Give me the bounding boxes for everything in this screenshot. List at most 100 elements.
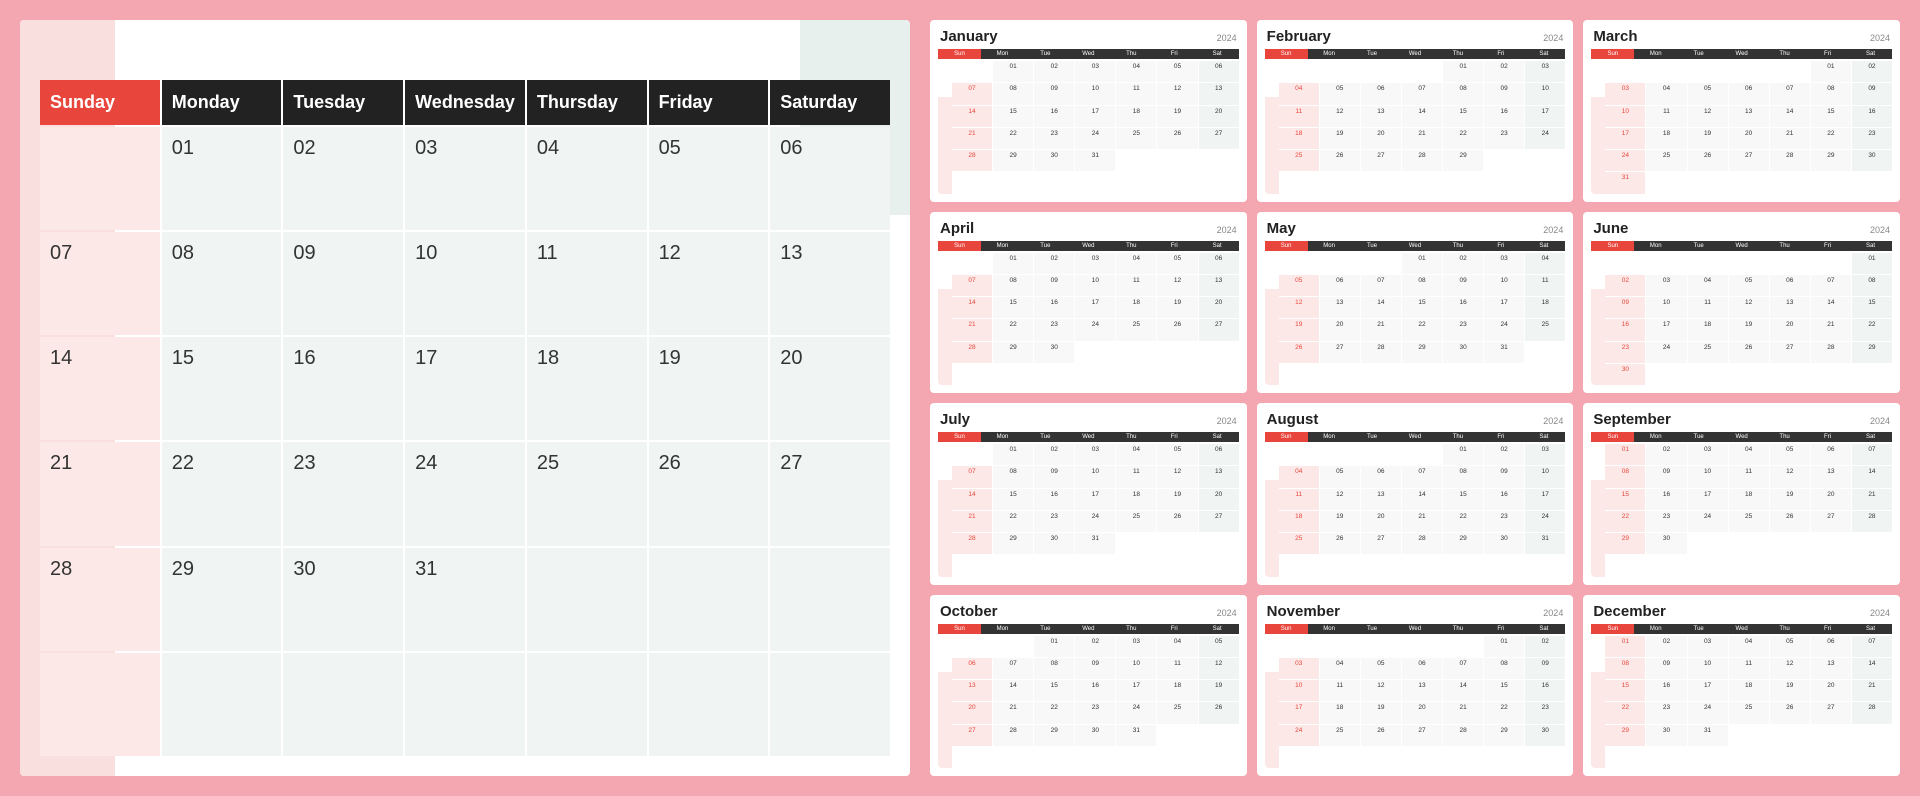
sc-day-cell: 07 xyxy=(952,83,992,104)
sc-day-cell: 09 xyxy=(1034,466,1074,487)
sc-day-cell: 14 xyxy=(952,489,992,510)
sc-day-cell: 19 xyxy=(1157,297,1197,318)
sc-day-cell: 14 xyxy=(1852,658,1892,679)
sc-day-cell: 16 xyxy=(1443,297,1483,318)
small-cal-days-header: SunMonTueWedThuFriSat xyxy=(938,241,1239,251)
small-calendar-april: April2024SunMonTueWedThuFriSat0102030405… xyxy=(930,212,1247,394)
sc-day-cell: 16 xyxy=(1484,106,1524,127)
sc-day-cell: 29 xyxy=(1811,150,1851,171)
sc-day-cell: 04 xyxy=(1279,466,1319,487)
small-cal-day-name: Sun xyxy=(1265,432,1308,442)
small-cal-day-name: Thu xyxy=(1436,432,1479,442)
sc-day-cell: 23 xyxy=(1484,511,1524,532)
small-cal-day-name: Wed xyxy=(1394,241,1437,251)
small-cal-day-name: Thu xyxy=(1436,624,1479,634)
sc-day-cell: 19 xyxy=(1199,680,1239,701)
sc-day-cell: 16 xyxy=(1484,489,1524,510)
small-cal-days-header: SunMonTueWedThuFriSat xyxy=(1591,432,1892,442)
sc-day-cell: 01 xyxy=(1484,636,1524,657)
small-cal-days-grid: 0102030405060708091011121314151617181920… xyxy=(1591,444,1892,577)
sc-day-cell: 07 xyxy=(1402,466,1442,487)
sc-day-cell: 06 xyxy=(1770,275,1810,296)
small-cal-day-name: Wed xyxy=(1067,241,1110,251)
sc-day-cell: 30 xyxy=(1034,150,1074,171)
sc-day-cell: 04 xyxy=(1116,253,1156,274)
sc-day-cell: 06 xyxy=(1729,83,1769,104)
small-cal-day-name: Sun xyxy=(938,624,981,634)
sc-empty-cell xyxy=(1852,172,1892,193)
sc-empty-cell xyxy=(1646,253,1686,274)
sc-day-cell: 03 xyxy=(1075,444,1115,465)
small-cal-year: 2024 xyxy=(1217,225,1237,235)
main-day-cell: 28 xyxy=(40,548,160,651)
small-cal-day-name: Thu xyxy=(1110,49,1153,59)
sc-day-cell: 13 xyxy=(952,680,992,701)
sc-day-cell: 14 xyxy=(1402,489,1442,510)
sc-empty-cell xyxy=(1402,61,1442,82)
sc-day-cell: 28 xyxy=(1811,342,1851,363)
main-day-cell: 05 xyxy=(649,127,769,230)
small-cal-day-name: Tue xyxy=(1024,432,1067,442)
sc-day-cell: 11 xyxy=(1729,466,1769,487)
sc-day-cell: 21 xyxy=(1852,489,1892,510)
sc-day-cell: 20 xyxy=(1729,128,1769,149)
sc-day-cell: 02 xyxy=(1605,275,1645,296)
small-cal-days-grid: 0102030405060708091011121314151617181920… xyxy=(1591,253,1892,386)
sc-day-cell: 07 xyxy=(1361,275,1401,296)
sc-day-cell: 17 xyxy=(1688,680,1728,701)
sc-day-cell: 05 xyxy=(1199,636,1239,657)
small-cal-left-bar xyxy=(1591,672,1605,769)
main-day-cell: 22 xyxy=(162,442,282,545)
sc-day-cell: 06 xyxy=(1402,658,1442,679)
small-cal-day-name: Thu xyxy=(1110,624,1153,634)
main-day-cell: 14 xyxy=(40,337,160,440)
sc-day-cell: 12 xyxy=(1770,658,1810,679)
small-cal-day-name: Wed xyxy=(1394,432,1437,442)
small-cal-day-name: Wed xyxy=(1394,49,1437,59)
small-cal-day-name: Mon xyxy=(981,241,1024,251)
sc-day-cell: 04 xyxy=(1646,83,1686,104)
sc-day-cell: 17 xyxy=(1605,128,1645,149)
sc-empty-cell xyxy=(1279,636,1319,657)
sc-day-cell: 13 xyxy=(1199,83,1239,104)
small-cal-day-name: Mon xyxy=(1308,432,1351,442)
sc-day-cell: 04 xyxy=(1688,275,1728,296)
sc-day-cell: 03 xyxy=(1116,636,1156,657)
sc-empty-cell xyxy=(1320,61,1360,82)
small-cal-inner: 0102030405060708091011121314151617181920… xyxy=(1265,444,1566,577)
sc-empty-cell xyxy=(1852,533,1892,554)
sc-day-cell: 02 xyxy=(1646,444,1686,465)
sc-day-cell: 31 xyxy=(1075,150,1115,171)
sc-day-cell: 16 xyxy=(1525,680,1565,701)
small-cal-left-bar xyxy=(1265,480,1279,577)
small-cal-day-name: Thu xyxy=(1436,241,1479,251)
sc-day-cell: 04 xyxy=(1157,636,1197,657)
sc-day-cell: 02 xyxy=(1852,61,1892,82)
small-cal-day-name: Sun xyxy=(938,241,981,251)
main-header-friday: Friday xyxy=(649,80,769,125)
sc-day-cell: 02 xyxy=(1034,444,1074,465)
sc-day-cell: 17 xyxy=(1525,106,1565,127)
sc-day-cell: 29 xyxy=(1605,725,1645,746)
small-cal-left-bar xyxy=(1265,672,1279,769)
sc-empty-cell xyxy=(1688,253,1728,274)
small-cal-header: May2024 xyxy=(1265,220,1566,237)
small-cal-day-name: Mon xyxy=(1308,241,1351,251)
main-day-cell: 15 xyxy=(162,337,282,440)
sc-day-cell: 20 xyxy=(1770,319,1810,340)
sc-day-cell: 17 xyxy=(1075,297,1115,318)
sc-day-cell: 15 xyxy=(1605,489,1645,510)
sc-day-cell: 01 xyxy=(993,61,1033,82)
sc-day-cell: 29 xyxy=(1402,342,1442,363)
sc-empty-cell xyxy=(1811,725,1851,746)
sc-day-cell: 04 xyxy=(1729,636,1769,657)
main-day-cell: 17 xyxy=(405,337,525,440)
sc-day-cell: 07 xyxy=(952,275,992,296)
sc-day-cell: 30 xyxy=(1075,725,1115,746)
sc-day-cell: 17 xyxy=(1075,106,1115,127)
sc-day-cell: 31 xyxy=(1525,533,1565,554)
small-cal-day-name: Sun xyxy=(1265,241,1308,251)
small-cal-day-name: Wed xyxy=(1720,49,1763,59)
sc-day-cell: 26 xyxy=(1770,702,1810,723)
sc-day-cell: 14 xyxy=(1402,106,1442,127)
